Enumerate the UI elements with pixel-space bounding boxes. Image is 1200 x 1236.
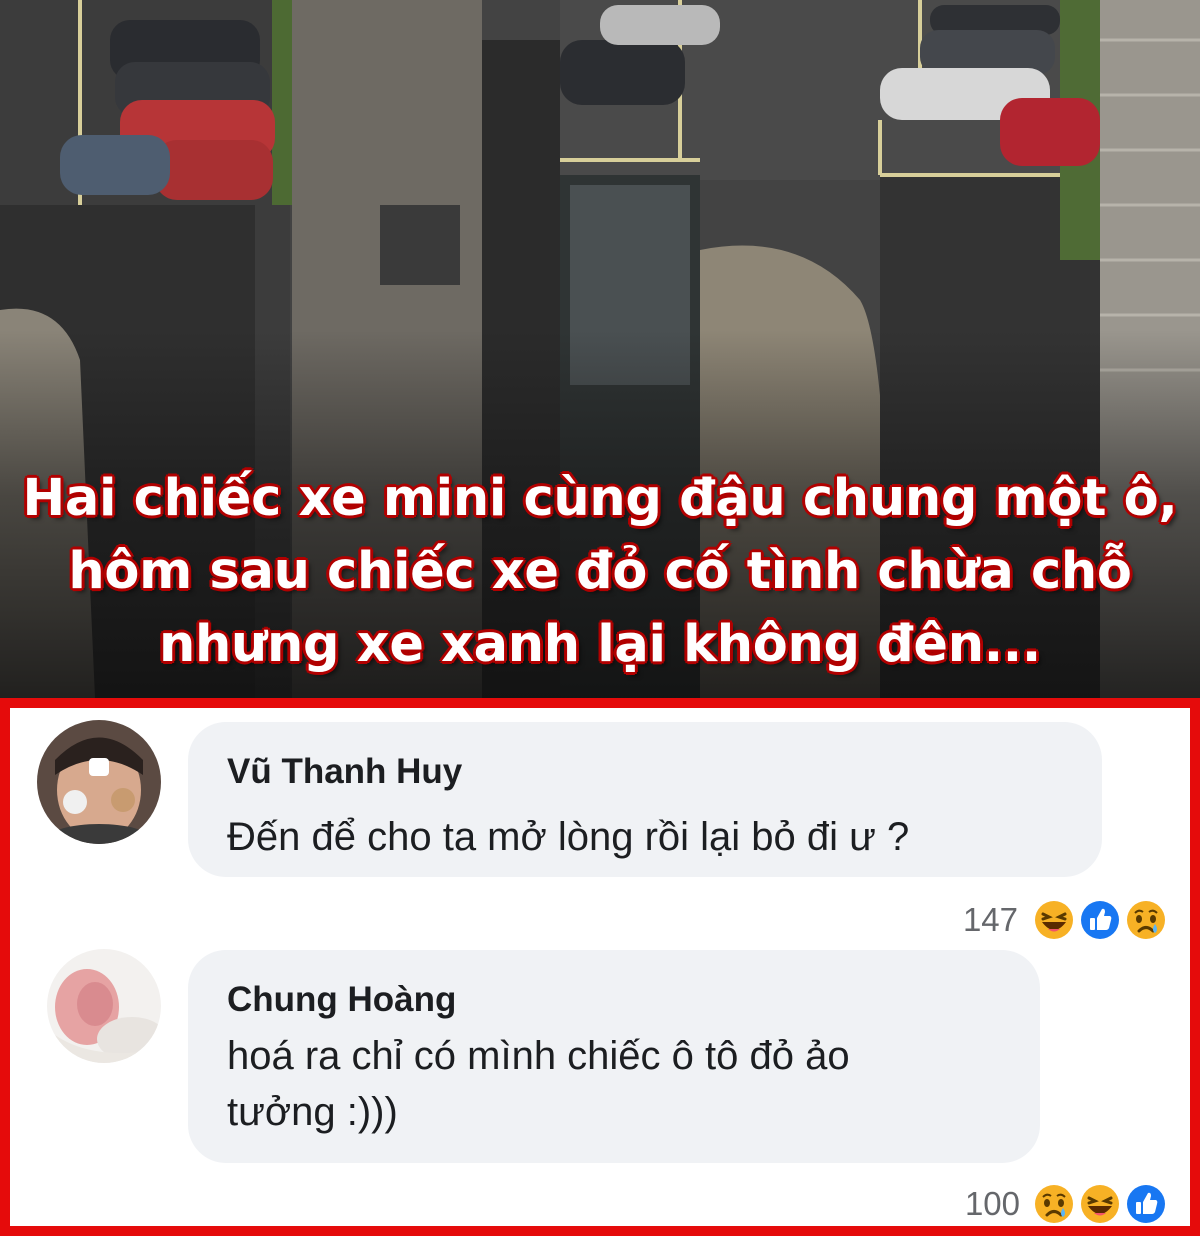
caption-line: nhưng xe xanh lại không đên... [159,615,1041,674]
caption-line: hôm sau chiếc xe đỏ cố tình chừa chỗ [68,542,1132,601]
comment-text-line: hoá ra chỉ có mình chiếc ô tô đỏ ảo [227,1034,850,1078]
comment-bubble[interactable]: Chung Hoàng hoá ra chỉ có mình chiếc ô t… [188,950,1040,1163]
parking-lot-photo: Hai chiếc xe mini cùng đậu chung một ô, … [0,0,1200,698]
comments-panel: Vũ Thanh Huy Đến để cho ta mở lòng rồi l… [0,698,1200,1236]
sad-icon[interactable] [1124,898,1168,942]
comment-author[interactable]: Chung Hoàng [227,980,456,1020]
like-icon[interactable] [1078,898,1122,942]
avatar[interactable] [37,720,161,844]
comment-author[interactable]: Vũ Thanh Huy [227,752,462,792]
avatar-photo-icon [47,949,161,1063]
reaction-count[interactable]: 147 [918,901,1018,939]
sad-icon[interactable] [1032,1182,1076,1226]
comment-text: Đến để cho ta mở lòng rồi lại bỏ đi ư ? [227,815,910,859]
haha-icon[interactable] [1032,898,1076,942]
meme-caption: Hai chiếc xe mini cùng đậu chung một ô, … [0,462,1200,681]
comment-bubble[interactable]: Vũ Thanh Huy Đến để cho ta mở lòng rồi l… [188,722,1102,877]
reaction-count[interactable]: 100 [920,1185,1020,1223]
haha-icon[interactable] [1078,1182,1122,1226]
comment-text: hoá ra chỉ có mình chiếc ô tô đỏ ảo tưởn… [227,1028,1027,1140]
caption-line: Hai chiếc xe mini cùng đậu chung một ô, [22,469,1178,528]
comment-text-line: tưởng :))) [227,1090,398,1134]
avatar-photo-icon [37,720,161,844]
avatar[interactable] [47,949,161,1063]
like-icon[interactable] [1124,1182,1168,1226]
